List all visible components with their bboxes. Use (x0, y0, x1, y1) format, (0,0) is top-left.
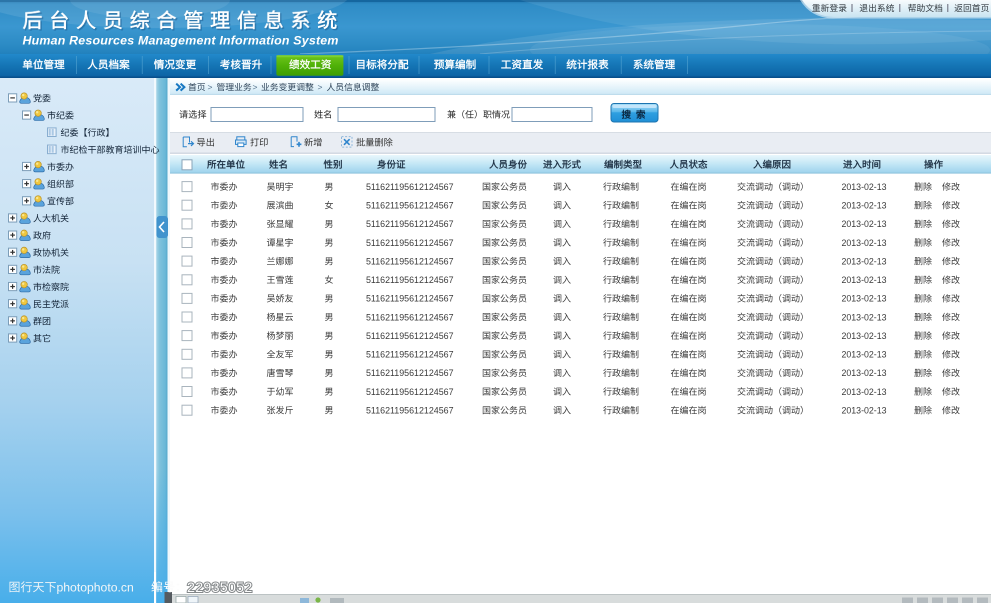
svg-text:Human Resources Management Inf: Human Resources Management Information S… (23, 34, 339, 48)
svg-text:>: > (318, 82, 323, 92)
svg-text:>: > (208, 82, 213, 92)
svg-text:22935052: 22935052 (187, 580, 253, 596)
svg-text:photophoto.cn: photophoto.cn (57, 580, 134, 594)
svg-text:>: > (253, 82, 258, 92)
